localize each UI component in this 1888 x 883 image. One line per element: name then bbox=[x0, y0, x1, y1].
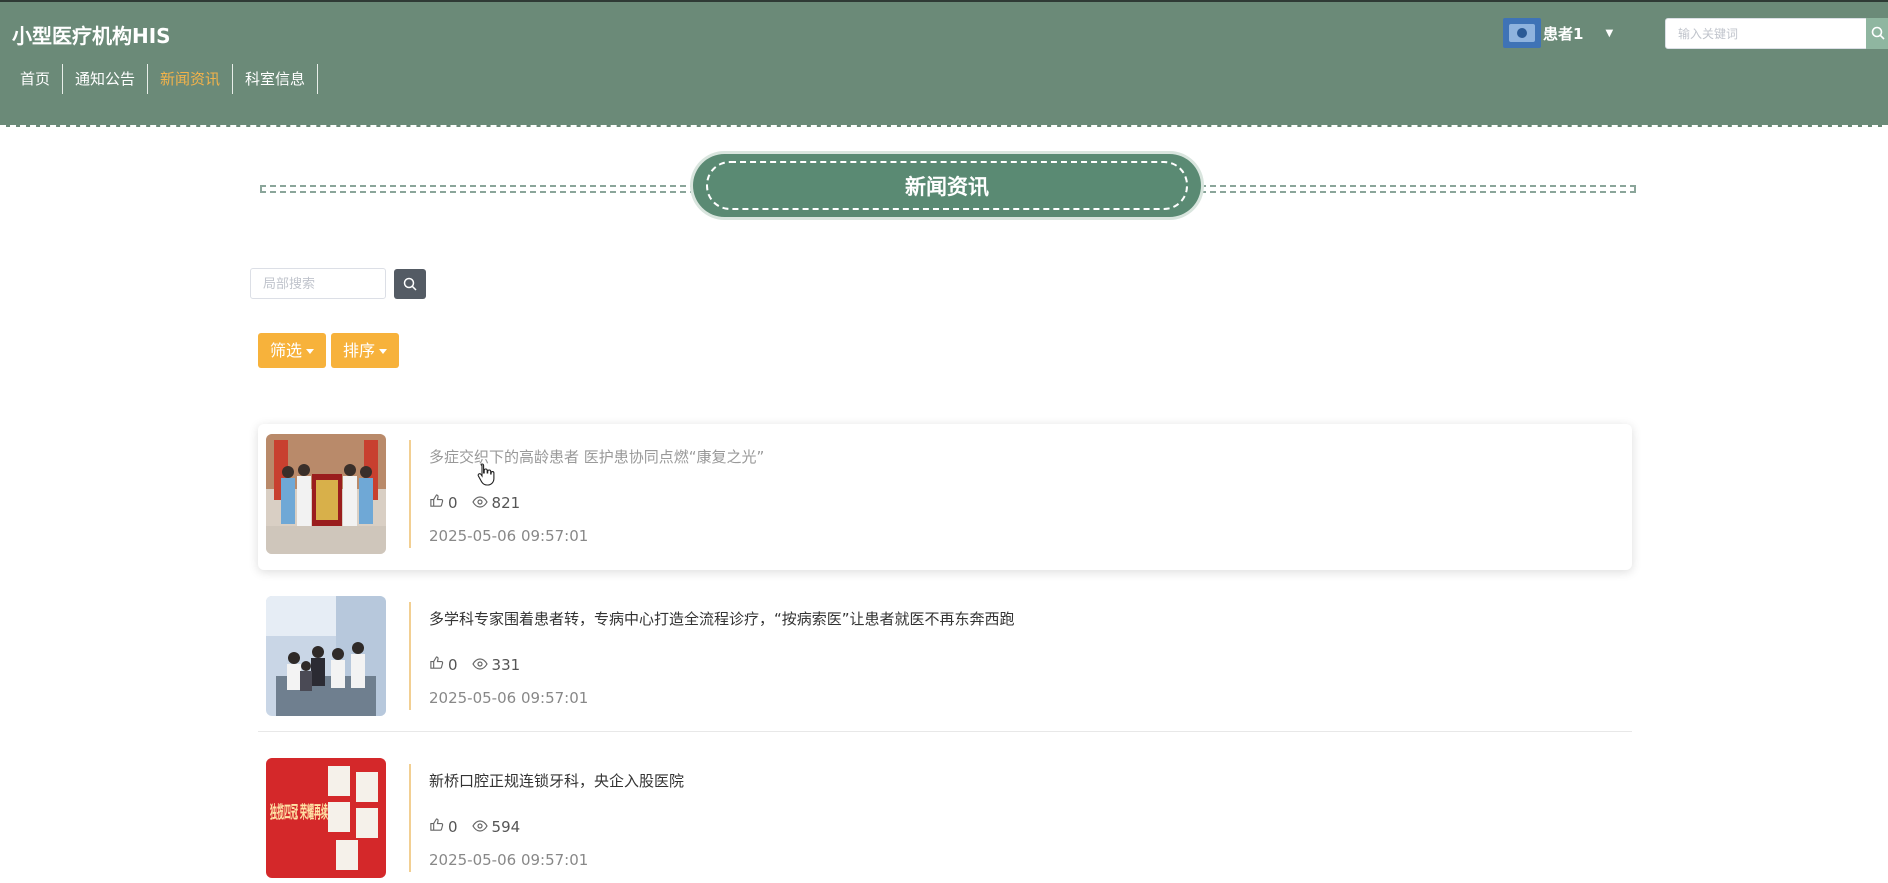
nav-item-notices[interactable]: 通知公告 bbox=[63, 64, 149, 94]
view-count: 821 bbox=[491, 493, 521, 512]
item-divider bbox=[258, 731, 1632, 732]
sort-label: 排序 bbox=[343, 341, 376, 360]
avatar[interactable] bbox=[1503, 18, 1541, 48]
news-thumbnail[interactable]: 独揽四冠 荣耀再续 bbox=[266, 758, 386, 878]
main-nav: 首页 通知公告 新闻资讯 科室信息 bbox=[8, 64, 319, 94]
news-item[interactable]: 多学科专家围着患者转，专病中心打造全流程诊疗，“按病索医”让患者就医不再东奔西跑… bbox=[258, 586, 1632, 732]
accent-bar bbox=[409, 440, 411, 548]
accent-bar bbox=[409, 602, 411, 710]
caret-down-icon bbox=[306, 349, 315, 354]
filter-label: 筛选 bbox=[270, 341, 303, 360]
hand-cursor-icon bbox=[476, 462, 496, 490]
header-divider bbox=[0, 125, 1888, 127]
local-search-input[interactable] bbox=[251, 269, 385, 298]
news-time: 2025-05-06 09:57:01 bbox=[429, 689, 589, 707]
search-icon bbox=[1871, 26, 1885, 40]
news-time: 2025-05-06 09:57:01 bbox=[429, 851, 589, 869]
sort-button[interactable]: 排序 bbox=[331, 333, 400, 368]
app-title: 小型医疗机构HIS bbox=[12, 24, 171, 48]
thumb-up-icon[interactable] bbox=[429, 655, 444, 674]
user-name[interactable]: 患者1 bbox=[1543, 23, 1583, 44]
filter-button[interactable]: 筛选 bbox=[258, 333, 327, 368]
top-header: 小型医疗机构HIS 首页 通知公告 新闻资讯 科室信息 患者1 ▼ bbox=[0, 0, 1888, 127]
global-search-input[interactable] bbox=[1666, 19, 1887, 48]
like-count: 0 bbox=[448, 817, 458, 836]
nav-item-news[interactable]: 新闻资讯 bbox=[148, 64, 234, 94]
nav-item-departments[interactable]: 科室信息 bbox=[233, 64, 319, 94]
news-title[interactable]: 新桥口腔正规连锁牙科，央企入股医院 bbox=[429, 770, 684, 791]
like-count: 0 bbox=[448, 493, 458, 512]
news-stats: 0 331 bbox=[429, 655, 520, 674]
chevron-down-icon[interactable]: ▼ bbox=[1605, 28, 1613, 39]
section-title-banner: 新闻资讯 bbox=[693, 154, 1201, 217]
section-title: 新闻资讯 bbox=[905, 175, 989, 199]
user-menu[interactable]: 患者1 ▼ bbox=[1503, 18, 1613, 48]
eye-icon bbox=[471, 656, 488, 674]
thumbnail-caption: 独揽四冠 荣耀再续 bbox=[270, 802, 328, 822]
local-search-field[interactable] bbox=[250, 268, 386, 299]
accent-bar bbox=[409, 764, 411, 872]
news-thumbnail[interactable] bbox=[266, 596, 386, 716]
news-item[interactable]: 多症交织下的高龄患者 医护患协同点燃“康复之光” 0 821 2025-05-0… bbox=[258, 424, 1632, 570]
thumb-up-icon[interactable] bbox=[429, 817, 444, 836]
global-search-button[interactable] bbox=[1866, 18, 1888, 49]
local-search-button[interactable] bbox=[394, 269, 426, 299]
news-title[interactable]: 多学科专家围着患者转，专病中心打造全流程诊疗，“按病索医”让患者就医不再东奔西跑 bbox=[429, 608, 1015, 629]
thumb-up-icon[interactable] bbox=[429, 493, 444, 512]
eye-icon bbox=[471, 494, 488, 512]
news-stats: 0 821 bbox=[429, 493, 520, 512]
news-time: 2025-05-06 09:57:01 bbox=[429, 527, 589, 545]
nav-item-home[interactable]: 首页 bbox=[8, 64, 64, 94]
search-icon bbox=[403, 277, 417, 291]
eye-icon bbox=[471, 818, 488, 836]
news-stats: 0 594 bbox=[429, 817, 520, 836]
global-search-field[interactable] bbox=[1665, 18, 1888, 49]
view-count: 331 bbox=[491, 655, 521, 674]
like-count: 0 bbox=[448, 655, 458, 674]
news-thumbnail[interactable] bbox=[266, 434, 386, 554]
caret-down-icon bbox=[379, 349, 388, 354]
view-count: 594 bbox=[491, 817, 521, 836]
news-item[interactable]: 独揽四冠 荣耀再续 新桥口腔正规连锁牙科，央企入股医院 0 594 2025-0… bbox=[258, 748, 1632, 883]
